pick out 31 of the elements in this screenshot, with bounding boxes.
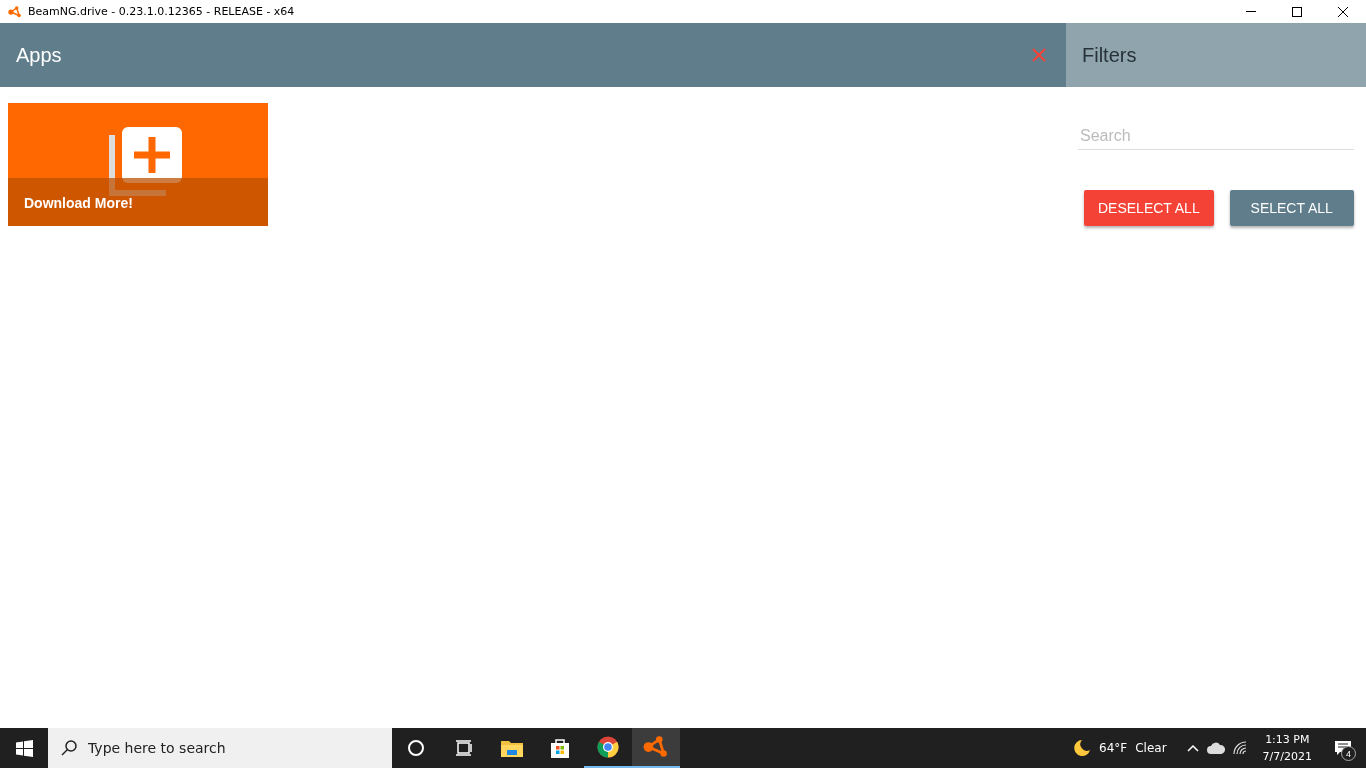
app-logo-icon xyxy=(8,4,22,19)
browser-icon xyxy=(597,736,619,758)
cloud-icon[interactable] xyxy=(1206,742,1225,754)
windows-logo-icon xyxy=(15,739,33,757)
shopping-bag-icon xyxy=(549,737,571,759)
select-all-button[interactable]: SELECT ALL xyxy=(1229,190,1354,226)
temperature: 64°F xyxy=(1099,741,1128,755)
clock-date: 7/7/2021 xyxy=(1262,749,1312,765)
chevron-up-icon[interactable] xyxy=(1186,744,1199,752)
clock-time: 1:13 PM xyxy=(1265,732,1310,748)
molecule-logo-icon xyxy=(643,734,669,760)
weather-condition: Clear xyxy=(1135,741,1167,755)
notifications-button[interactable]: 4 xyxy=(1328,733,1358,763)
filters-title: Filters xyxy=(1082,43,1137,67)
wifi-icon[interactable] xyxy=(1232,741,1247,755)
close-icon xyxy=(1338,6,1348,17)
ring-icon xyxy=(407,739,425,757)
deselect-all-button[interactable]: DESELECT ALL xyxy=(1084,190,1214,226)
close-icon xyxy=(1032,48,1046,62)
download-tile[interactable]: Download More! xyxy=(8,103,268,226)
window-title: BeamNG.drive - 0.23.1.0.12365 - RELEASE - x64 xyxy=(28,5,295,18)
apps-title: Apps xyxy=(16,43,62,67)
taskbar-search-field[interactable]: Type here to search xyxy=(48,728,392,768)
notification-count: 4 xyxy=(1341,746,1356,761)
search-icon xyxy=(61,740,77,756)
tile-label: Download More! xyxy=(24,195,133,211)
minimize-icon xyxy=(1246,11,1256,12)
moon-icon xyxy=(1073,739,1092,757)
task-view-icon xyxy=(455,740,473,756)
folder-icon xyxy=(501,739,523,757)
maximize-icon xyxy=(1292,6,1302,17)
